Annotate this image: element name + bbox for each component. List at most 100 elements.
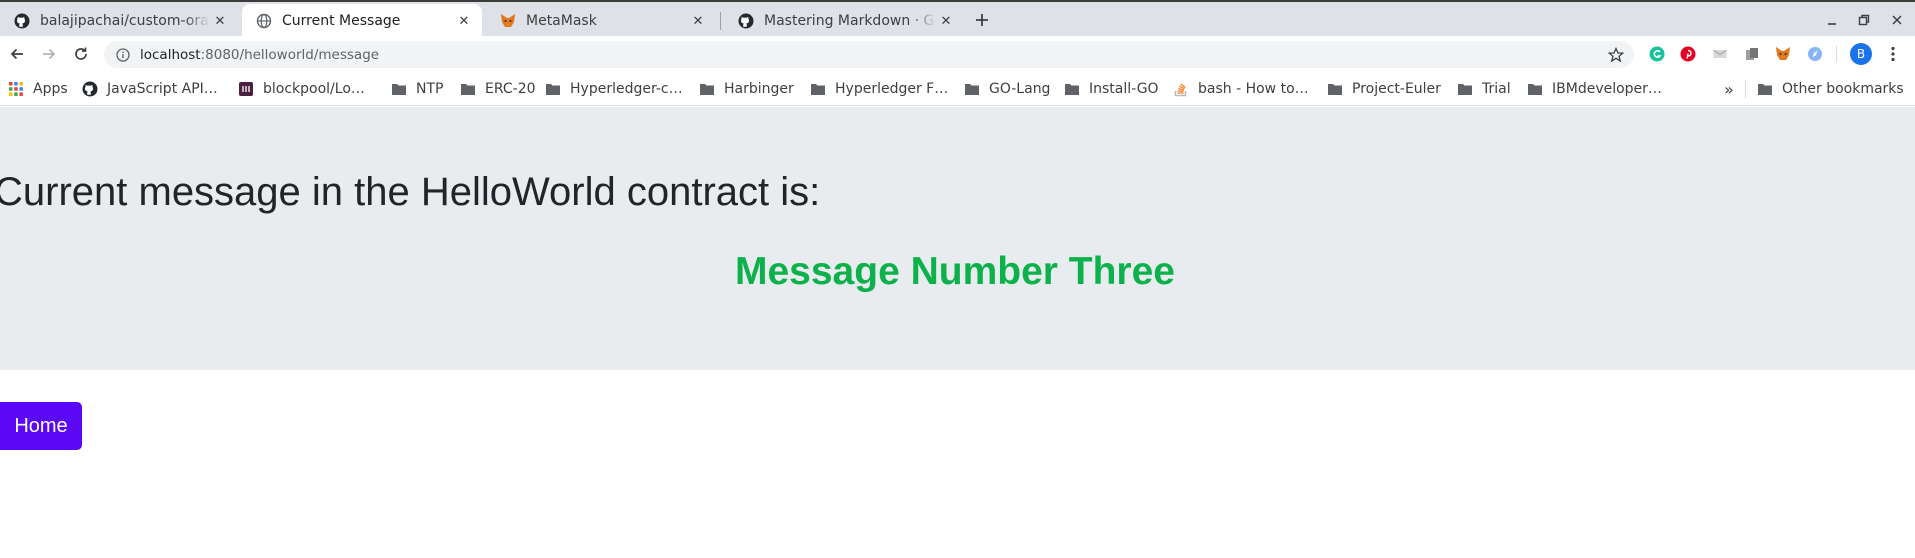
tab-divider	[720, 12, 721, 30]
tab-strip: balajipachai/custom-orac ✕ Current Messa…	[0, 0, 1915, 38]
url-host: localhost	[140, 46, 201, 63]
folder-icon	[1064, 81, 1080, 97]
url-text: localhost:8080/helloworld/message	[140, 47, 379, 63]
new-tab-button[interactable]	[970, 8, 994, 32]
extension-compass-icon[interactable]	[1805, 44, 1825, 64]
page-content: Current message in the HelloWorld contra…	[0, 107, 1915, 558]
restore-button[interactable]	[1851, 8, 1877, 32]
restore-icon	[1858, 14, 1870, 26]
toolbar-divider	[1836, 46, 1837, 62]
bookmark-label: JavaScript API…	[107, 81, 218, 97]
folder-icon	[1527, 81, 1543, 97]
folder-icon	[460, 81, 476, 97]
bookmark-folder-trial[interactable]: Trial	[1457, 78, 1511, 100]
forward-arrow-icon	[43, 48, 56, 60]
url-path: :8080/helloworld/message	[200, 46, 380, 63]
tab-title: Current Message	[282, 13, 401, 29]
reload-icon	[75, 47, 87, 60]
minimize-button[interactable]	[1819, 8, 1845, 32]
close-icon[interactable]: ✕	[454, 11, 474, 31]
bookmark-folder-install-go[interactable]: Install-GO	[1064, 78, 1159, 100]
metamask-fox-icon	[500, 13, 516, 29]
plus-icon	[976, 14, 988, 26]
bookmark-folder-erc20[interactable]: ERC-20	[460, 78, 536, 100]
github-icon	[14, 13, 30, 29]
bookmark-label: Apps	[33, 81, 68, 97]
bookmark-label: Other bookmarks	[1782, 81, 1904, 97]
bookmark-blockpool[interactable]: blockpool/Lo…	[238, 78, 365, 100]
forward-button[interactable]	[35, 40, 63, 68]
close-icon	[1892, 15, 1902, 25]
bookmark-label: Hyperledger F…	[835, 81, 949, 97]
folder-icon	[1327, 81, 1343, 97]
bookmark-label: bash - How to…	[1198, 81, 1309, 97]
tab-title: Mastering Markdown · Git	[764, 13, 936, 29]
bookmark-label: IBMdeveloper…	[1552, 81, 1662, 97]
folder-icon	[810, 81, 826, 97]
close-icon[interactable]: ✕	[688, 11, 708, 31]
github-icon	[738, 13, 754, 29]
bookmarks-divider	[1745, 80, 1746, 98]
browser-toolbar: localhost:8080/helloworld/message	[0, 36, 1915, 72]
pinterest-icon[interactable]	[1678, 44, 1698, 64]
bookmark-label: blockpool/Lo…	[263, 81, 365, 97]
tab-metamask[interactable]: MetaMask ✕	[486, 4, 716, 38]
profile-avatar[interactable]: B	[1850, 43, 1872, 65]
folder-icon	[1757, 81, 1773, 97]
bookmark-folder-hyperledger-f[interactable]: Hyperledger F…	[810, 78, 948, 100]
extension-copy-icon[interactable]	[1742, 44, 1762, 64]
bookmark-folder-ibmdeveloper[interactable]: IBMdeveloper…	[1527, 78, 1662, 100]
bookmark-label: GO-Lang	[989, 81, 1051, 97]
close-window-button[interactable]	[1884, 8, 1910, 32]
globe-icon	[256, 13, 272, 29]
star-icon[interactable]	[1606, 45, 1626, 65]
bookmark-label: Project-Euler	[1352, 81, 1441, 97]
tab-mastering-markdown[interactable]: Mastering Markdown · Git ✕	[724, 4, 964, 38]
tab-current-message[interactable]: Current Message ✕	[242, 4, 482, 38]
bookmark-label: NTP	[416, 81, 444, 97]
folder-icon	[964, 81, 980, 97]
bookmark-bash-how-to[interactable]: bash - How to…	[1173, 78, 1309, 100]
extension-mail-icon[interactable]	[1710, 44, 1730, 64]
minimize-icon	[1828, 23, 1836, 25]
back-button[interactable]	[3, 40, 31, 68]
bookmark-javascript-api[interactable]: JavaScript API…	[82, 78, 218, 100]
page-heading: Current message in the HelloWorld contra…	[0, 170, 821, 214]
bookmark-label: Harbinger	[724, 81, 794, 97]
folder-icon	[391, 81, 407, 97]
stackoverflow-icon	[1173, 81, 1189, 97]
tab-title: MetaMask	[526, 13, 597, 29]
bookmark-folder-harbinger[interactable]: Harbinger	[699, 78, 794, 100]
current-message: Message Number Three	[735, 250, 1175, 293]
folder-icon	[545, 81, 561, 97]
jumbotron: Current message in the HelloWorld contra…	[0, 107, 1915, 370]
grammarly-icon[interactable]	[1647, 44, 1667, 64]
bookmarks-bar: Apps JavaScript API… blockpool/Lo… NTP E…	[0, 72, 1915, 106]
back-arrow-icon	[10, 48, 23, 60]
info-icon[interactable]	[114, 46, 132, 64]
bookmarks-overflow-button[interactable]: »	[1724, 78, 1734, 100]
bookmark-label: Trial	[1482, 81, 1511, 97]
bookmark-label: ERC-20	[485, 81, 536, 97]
bookmark-folder-ntp[interactable]: NTP	[391, 78, 443, 100]
tab-github-custom-oracle[interactable]: balajipachai/custom-orac ✕	[0, 4, 238, 38]
address-bar[interactable]: localhost:8080/helloworld/message	[104, 41, 1634, 68]
bookmark-label: Hyperledger-c…	[570, 81, 683, 97]
bookmark-apps[interactable]: Apps	[8, 78, 68, 100]
close-icon[interactable]: ✕	[210, 11, 230, 31]
github-icon	[82, 81, 98, 97]
menu-dots-icon[interactable]	[1884, 43, 1902, 65]
site-favicon-icon	[238, 81, 254, 97]
apps-grid-icon	[8, 81, 24, 97]
bookmark-folder-hyperledger-c[interactable]: Hyperledger-c…	[545, 78, 683, 100]
close-icon[interactable]: ✕	[936, 11, 956, 31]
bookmark-folder-project-euler[interactable]: Project-Euler	[1327, 78, 1441, 100]
reload-button[interactable]	[67, 40, 95, 68]
home-button[interactable]: Home	[0, 402, 82, 450]
metamask-fox-icon[interactable]	[1773, 44, 1793, 64]
bookmark-folder-go-lang[interactable]: GO-Lang	[964, 78, 1050, 100]
bookmark-other-bookmarks[interactable]: Other bookmarks	[1757, 78, 1904, 100]
folder-icon	[1457, 81, 1473, 97]
bookmark-label: Install-GO	[1089, 81, 1159, 97]
folder-icon	[699, 81, 715, 97]
